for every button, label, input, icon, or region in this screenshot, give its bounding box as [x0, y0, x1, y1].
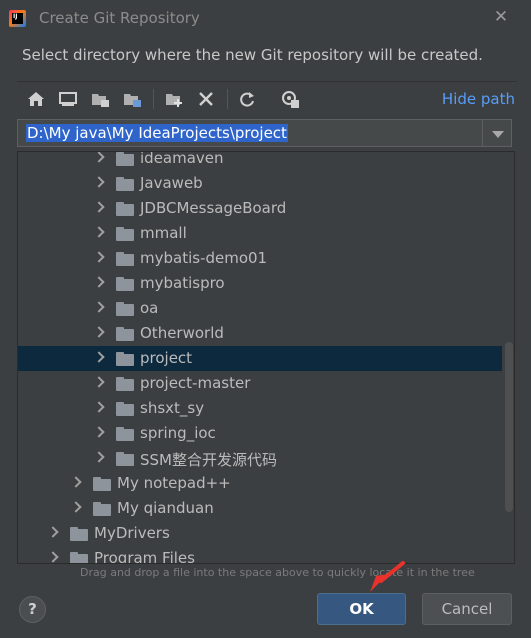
folder-icon	[116, 327, 134, 341]
folder-icon	[116, 227, 134, 241]
tree-item-label: Program Files	[94, 549, 195, 564]
chevron-right-icon[interactable]	[93, 201, 105, 213]
folder-icon	[116, 427, 134, 441]
chevron-right-icon[interactable]	[47, 526, 59, 538]
tree-item[interactable]: mybatis-demo01	[18, 246, 502, 271]
chevron-right-icon[interactable]	[93, 426, 105, 438]
tree-item-label: My notepad++	[117, 474, 231, 492]
chevron-right-icon[interactable]	[93, 451, 105, 463]
refresh-icon[interactable]	[236, 88, 258, 110]
file-chooser-toolbar: Hide path	[17, 81, 517, 116]
chevron-right-icon[interactable]	[93, 326, 105, 338]
folder-icon	[116, 352, 134, 366]
intellij-logo-icon: IJ	[9, 10, 26, 27]
chevron-right-icon[interactable]	[93, 251, 105, 263]
tree-item[interactable]: Javaweb	[18, 171, 502, 196]
tree-scrollbar-thumb[interactable]	[505, 342, 513, 512]
dialog-description: Select directory where the new Git repos…	[22, 46, 483, 64]
chevron-right-icon[interactable]	[70, 501, 82, 513]
desktop-icon[interactable]	[57, 88, 79, 110]
folder-icon	[116, 402, 134, 416]
folder-icon	[116, 202, 134, 216]
folder-icon	[93, 502, 111, 516]
chevron-right-icon[interactable]	[93, 301, 105, 313]
ok-button[interactable]: OK	[317, 593, 406, 625]
tree-item[interactable]: Program Files	[18, 546, 502, 564]
tree-item-label: spring_ioc	[140, 424, 216, 442]
tree-item[interactable]: shsxt_sy	[18, 396, 502, 421]
folder-icon	[116, 152, 134, 166]
tree-item-label: SSM整合开发源代码	[140, 451, 277, 469]
tree-item-label: Otherworld	[140, 324, 224, 342]
chevron-right-icon[interactable]	[93, 276, 105, 288]
home-icon[interactable]	[25, 88, 47, 110]
folder-icon	[93, 477, 111, 491]
tree-item[interactable]: mmall	[18, 221, 502, 246]
folder-icon	[70, 527, 88, 541]
tree-item[interactable]: MyDrivers	[18, 521, 502, 546]
toolbar-separator	[153, 89, 154, 109]
close-icon[interactable]: ✕	[493, 9, 509, 26]
path-dropdown-button[interactable]	[483, 119, 512, 147]
tree-item[interactable]: SSM整合开发源代码	[18, 446, 502, 471]
chevron-right-icon[interactable]	[93, 176, 105, 188]
directory-tree[interactable]: Program Files MyDrivers My qianduan My note…	[17, 151, 515, 564]
chevron-right-icon[interactable]	[93, 376, 105, 388]
folder-icon	[116, 177, 134, 191]
tree-item-label: Javaweb	[140, 174, 203, 192]
delete-icon[interactable]	[195, 88, 217, 110]
folder-icon	[116, 302, 134, 316]
drag-drop-hint: Drag and drop a file into the space abov…	[80, 566, 475, 579]
tree-item[interactable]: oa	[18, 296, 502, 321]
path-combobox: D:\My java\My IdeaProjects\project	[17, 119, 512, 147]
window-title: Create Git Repository	[39, 9, 200, 27]
tree-item-label: mmall	[140, 224, 187, 242]
toolbar-separator	[227, 89, 228, 109]
title-bar: IJ Create Git Repository ✕	[0, 0, 531, 38]
tree-item-label: mybatis-demo01	[140, 249, 268, 267]
tree-item[interactable]: spring_ioc	[18, 421, 502, 446]
tree-item-label: mybatispro	[140, 274, 225, 292]
folder-icon	[116, 252, 134, 266]
chevron-down-icon	[492, 131, 504, 138]
tree-item-label: oa	[140, 299, 159, 317]
help-button[interactable]: ?	[19, 596, 46, 623]
tree-item[interactable]: JDBCMessageBoard	[18, 196, 502, 221]
tree-item-label: project	[140, 349, 193, 367]
chevron-right-icon[interactable]	[70, 476, 82, 488]
path-text: D:\My java\My IdeaProjects\project	[26, 124, 288, 142]
tree-item[interactable]: project	[18, 346, 502, 371]
chevron-right-icon[interactable]	[93, 152, 105, 163]
chevron-right-icon[interactable]	[93, 401, 105, 413]
tree-item-label: MyDrivers	[94, 524, 170, 542]
tree-item[interactable]: mybatispro	[18, 271, 502, 296]
folder-icon	[116, 377, 134, 391]
tree-item[interactable]: My notepad++	[18, 471, 502, 496]
path-input[interactable]: D:\My java\My IdeaProjects\project	[17, 119, 483, 147]
chevron-right-icon[interactable]	[47, 551, 59, 563]
folder-icon	[116, 452, 134, 466]
tree-item-label: My qianduan	[117, 499, 214, 517]
tree-item[interactable]: My qianduan	[18, 496, 502, 521]
tree-item-label: JDBCMessageBoard	[140, 199, 287, 217]
tree-item[interactable]: Otherworld	[18, 321, 502, 346]
chevron-right-icon[interactable]	[93, 226, 105, 238]
project-folder-icon[interactable]	[89, 88, 111, 110]
cancel-button[interactable]: Cancel	[422, 593, 512, 625]
chevron-right-icon[interactable]	[93, 351, 105, 363]
tree-item-label: project-master	[140, 374, 251, 392]
folder-icon	[70, 552, 88, 563]
folder-icon	[116, 277, 134, 291]
new-folder-icon[interactable]	[163, 88, 185, 110]
tree-item[interactable]: ideamaven	[18, 151, 502, 171]
module-folder-icon[interactable]	[121, 88, 143, 110]
tree-item-label: ideamaven	[140, 151, 224, 167]
tree-item-label: shsxt_sy	[140, 399, 205, 417]
show-hidden-icon[interactable]	[279, 88, 301, 110]
hide-path-link[interactable]: Hide path	[442, 90, 515, 108]
tree-item[interactable]: project-master	[18, 371, 502, 396]
